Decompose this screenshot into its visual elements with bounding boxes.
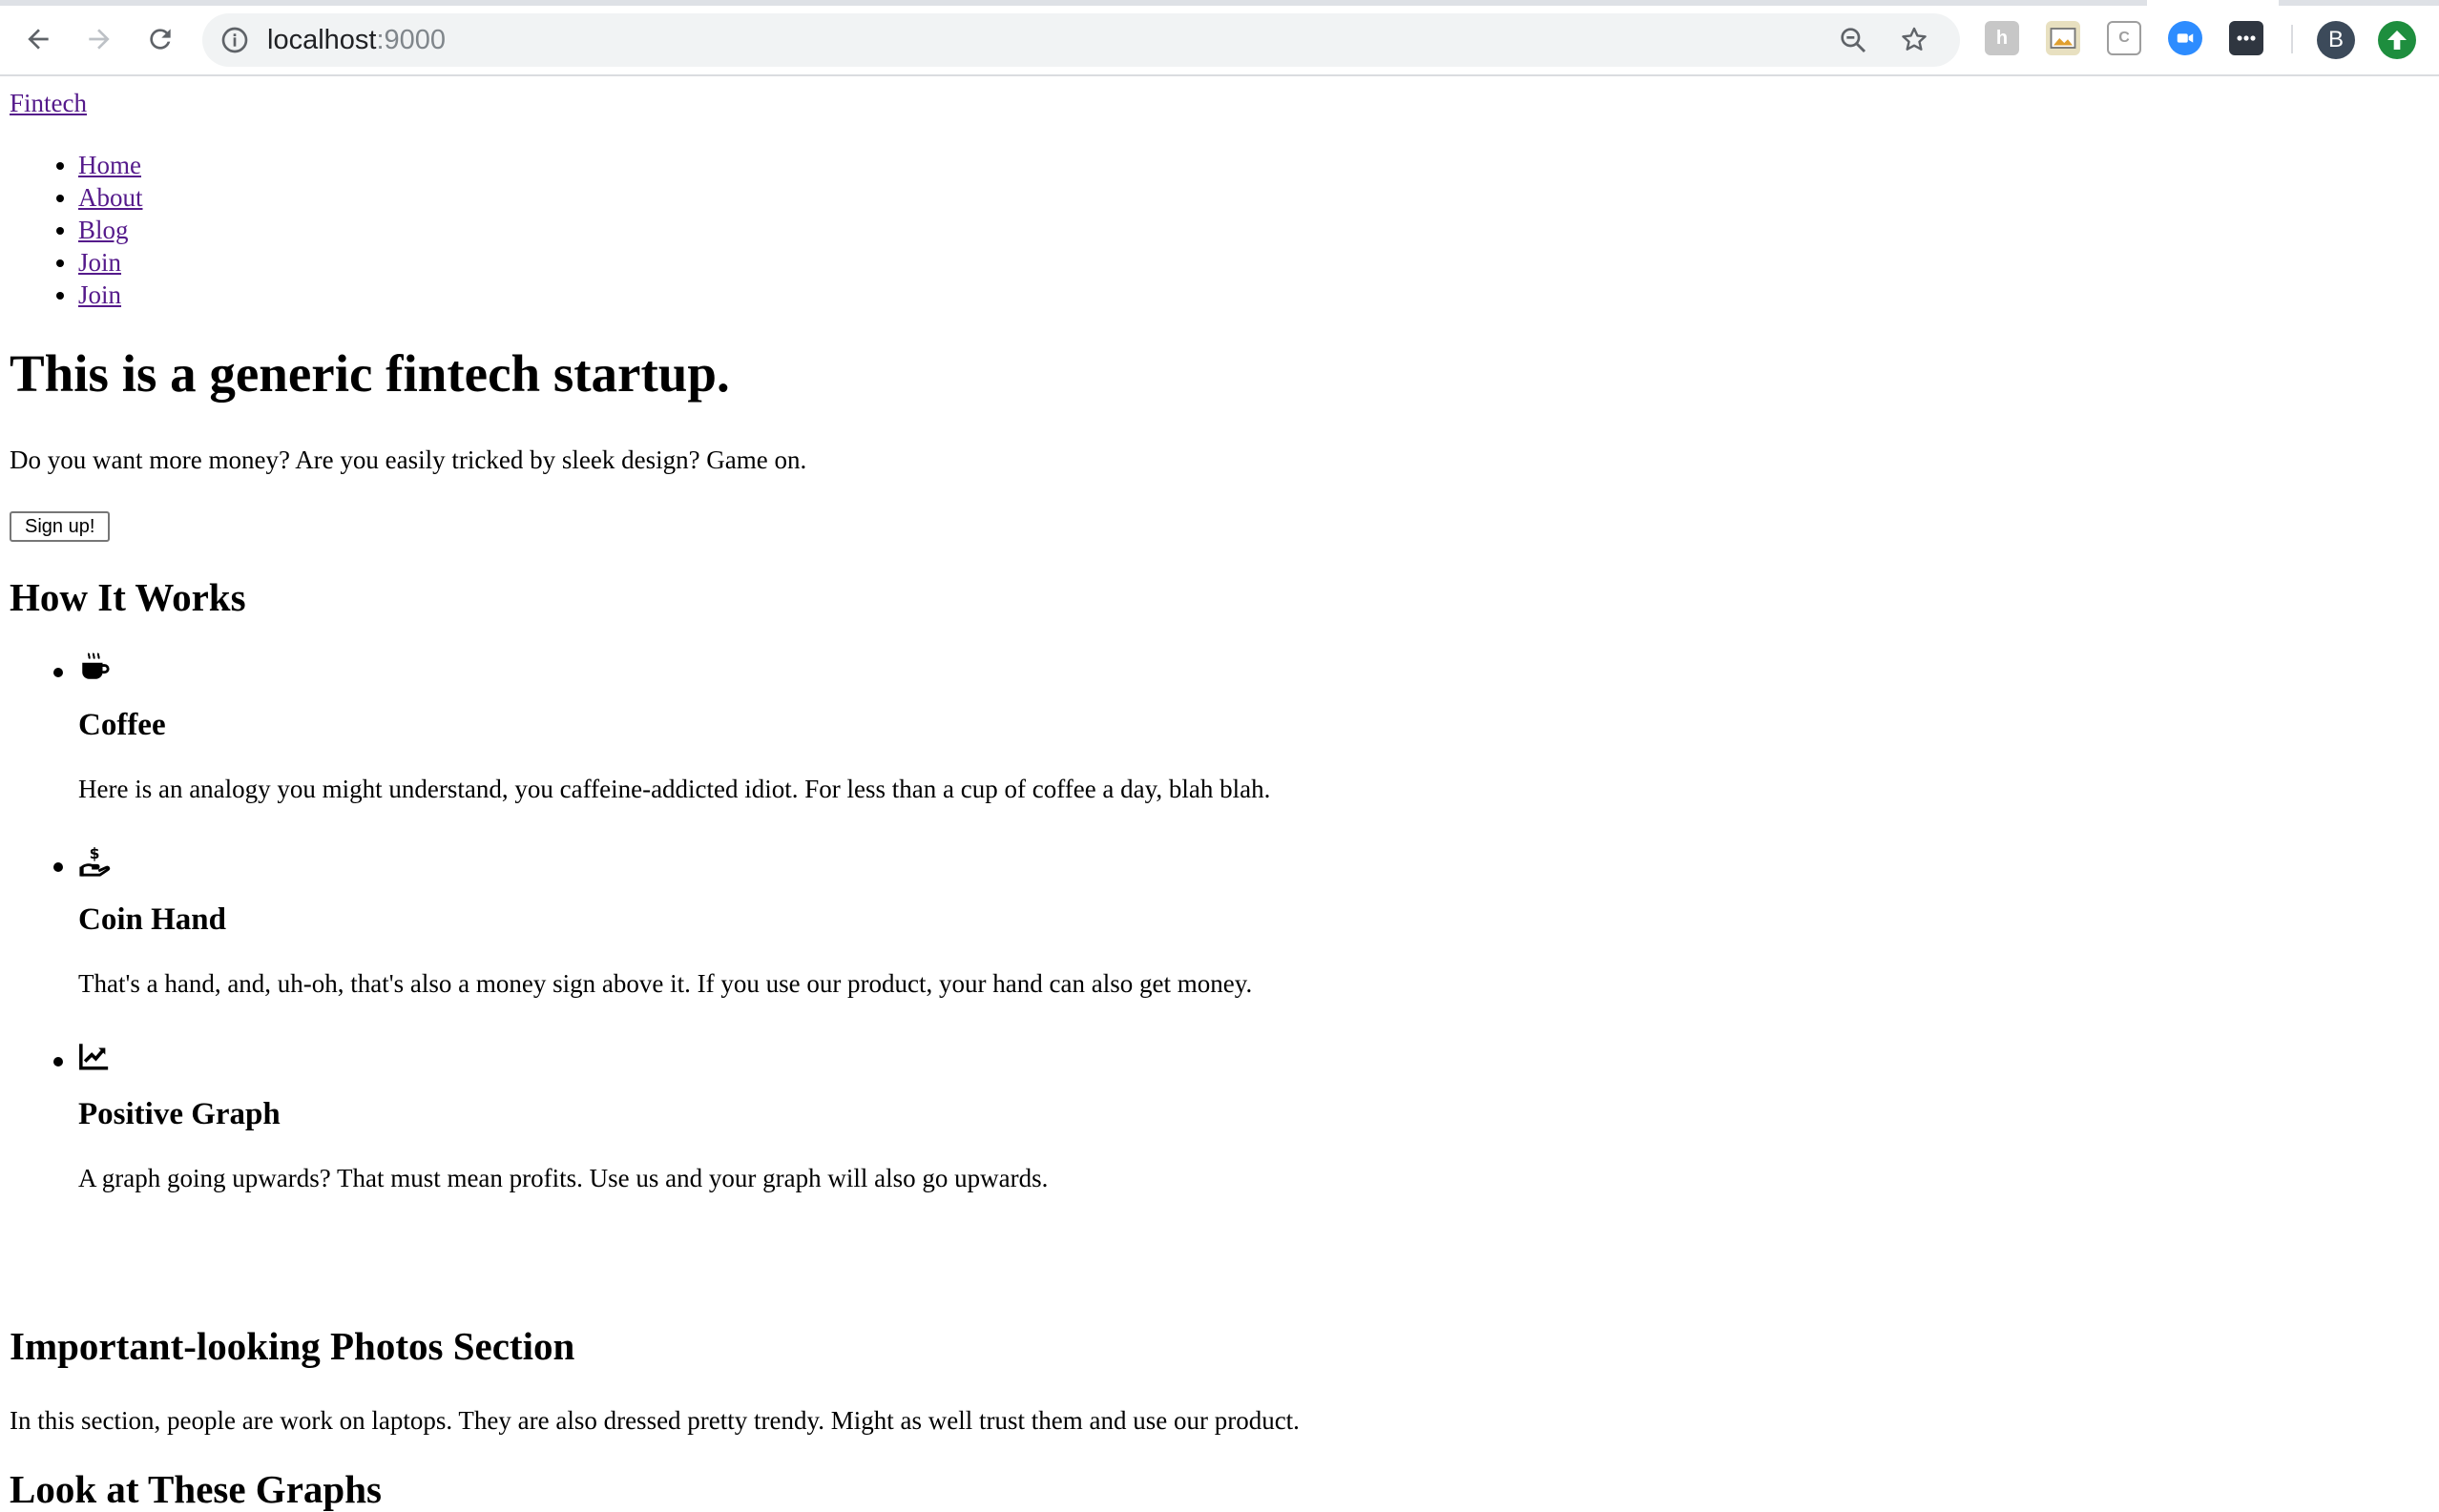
step-text: A graph going upwards? That must mean pr… [78, 1164, 1049, 1192]
toolbar-divider [2291, 25, 2293, 53]
nav-item-join: Join [78, 246, 143, 279]
list-bullet [53, 1057, 63, 1067]
nav-link-join-2[interactable]: Join [78, 280, 121, 309]
svg-text:$: $ [90, 845, 100, 862]
coin-hand-icon: $ [78, 845, 111, 878]
image-icon [2050, 28, 2076, 49]
list-bullet [53, 668, 63, 677]
tab-strip-right [2279, 0, 2439, 6]
nav-item-about: About [78, 181, 143, 214]
zoom-out-icon[interactable] [1838, 25, 1868, 55]
video-camera-icon [2177, 33, 2194, 43]
page-content: Fintech Home About Blog Join Join This i… [0, 78, 2439, 1511]
hero-lead: Do you want more money? Are you easily t… [10, 445, 807, 474]
coffee-icon [78, 651, 111, 683]
step-text: That's a hand, and, uh-oh, that's also a… [78, 969, 1253, 998]
info-icon[interactable] [219, 25, 250, 55]
step-title: Positive Graph [78, 1097, 281, 1131]
graphs-section-title: Look at These Graphs [10, 1467, 382, 1511]
profile-avatar[interactable]: B [2317, 21, 2355, 59]
reload-icon [150, 29, 171, 50]
list-bullet [53, 862, 63, 872]
nav-link-home[interactable]: Home [78, 151, 141, 179]
hero-title: This is a generic fintech startup. [10, 344, 730, 403]
forward-arrow-icon [89, 29, 110, 50]
main-nav: Home About Blog Join Join [10, 149, 143, 311]
photos-section-title: Important-looking Photos Section [10, 1324, 575, 1368]
extension-image-icon[interactable] [2046, 21, 2080, 55]
tab-strip [0, 0, 2147, 6]
extension-more-icon[interactable] [2229, 21, 2263, 55]
how-it-works-title: How It Works [10, 575, 246, 619]
nav-link-blog[interactable]: Blog [78, 216, 129, 244]
nav-link-join[interactable]: Join [78, 248, 121, 277]
bookmark-star-icon[interactable] [1899, 25, 1929, 55]
update-arrow-icon [2387, 31, 2407, 50]
url-text: localhost:9000 [267, 25, 446, 55]
nav-item-blog: Blog [78, 214, 143, 246]
signup-button[interactable]: Sign up! [10, 511, 111, 542]
back-button[interactable] [17, 18, 59, 60]
step-title: Coin Hand [78, 902, 226, 937]
step-text: Here is an analogy you might understand,… [78, 775, 1271, 803]
update-button[interactable] [2378, 21, 2416, 59]
nav-item-join-2: Join [78, 279, 143, 311]
brand-link[interactable]: Fintech [10, 88, 87, 118]
forward-button[interactable] [78, 18, 120, 60]
extension-calendar-icon[interactable]: C [2107, 21, 2141, 55]
nav-link-about[interactable]: About [78, 183, 143, 212]
reload-button[interactable] [139, 18, 181, 60]
ellipsis-icon [2237, 35, 2256, 41]
browser-toolbar: localhost:9000 h C B [0, 0, 2439, 76]
url-port: :9000 [376, 25, 447, 55]
extension-zoom-icon[interactable] [2168, 21, 2202, 55]
url-host: localhost [267, 25, 377, 55]
address-bar[interactable]: localhost:9000 [202, 13, 1960, 67]
nav-item-home: Home [78, 149, 143, 181]
photos-section-text: In this section, people are work on lapt… [10, 1406, 1300, 1435]
back-arrow-icon [28, 29, 49, 50]
step-title: Coffee [78, 708, 166, 742]
extension-h-icon[interactable]: h [1985, 21, 2019, 55]
positive-graph-icon [78, 1040, 111, 1072]
